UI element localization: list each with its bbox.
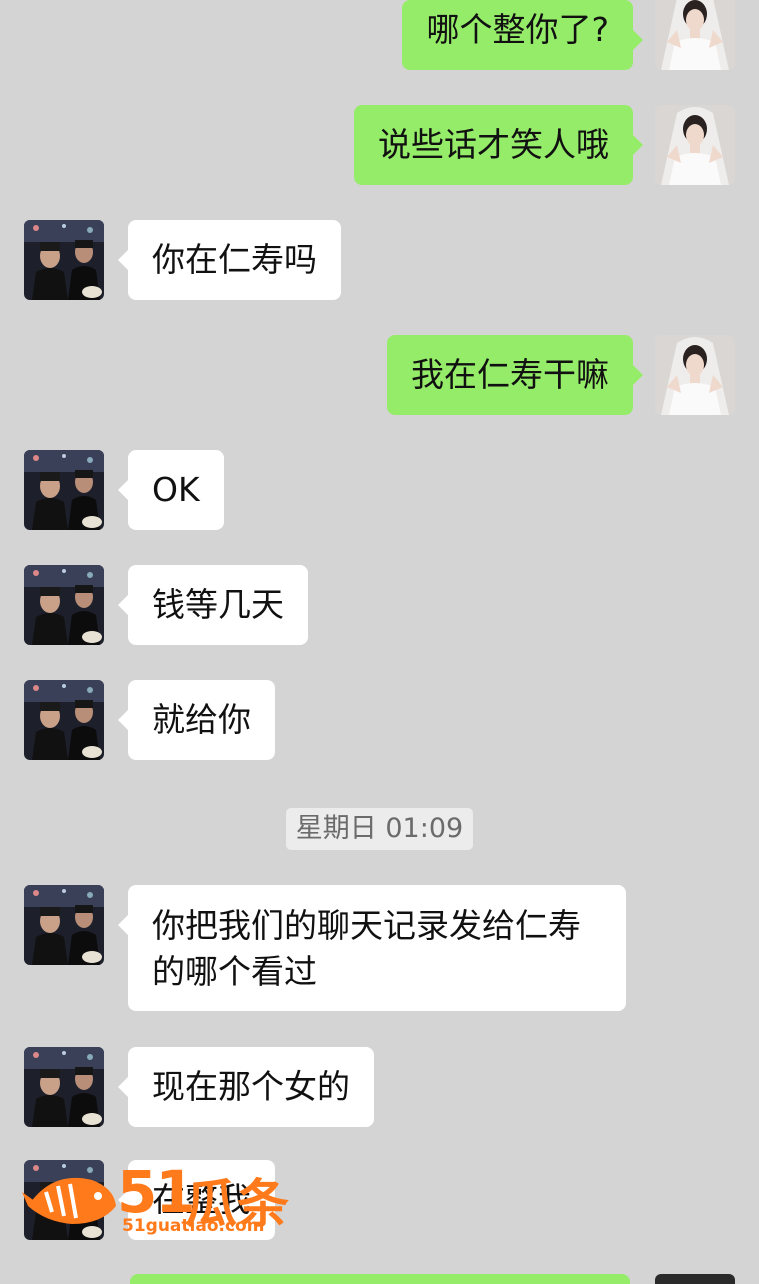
bride-avatar-icon bbox=[655, 105, 735, 185]
self-avatar[interactable] bbox=[655, 335, 735, 415]
message-bubble-incoming[interactable]: 现在那个女的 bbox=[118, 1047, 374, 1127]
contact-avatar[interactable] bbox=[24, 1047, 104, 1127]
message-bubble-incoming[interactable]: OK bbox=[118, 450, 224, 530]
men-avatar-icon bbox=[24, 220, 104, 300]
fish-logo-icon bbox=[22, 1177, 116, 1224]
contact-avatar[interactable] bbox=[24, 220, 104, 300]
contact-avatar[interactable] bbox=[24, 450, 104, 530]
men-avatar-icon bbox=[24, 885, 104, 965]
contact-avatar[interactable] bbox=[24, 565, 104, 645]
message-bubble-incoming[interactable]: 你在仁寿吗 bbox=[118, 220, 341, 300]
contact-avatar[interactable] bbox=[24, 885, 104, 965]
bride-avatar-icon bbox=[655, 335, 735, 415]
message-bubble-outgoing[interactable]: 我在仁寿干嘛 bbox=[387, 335, 643, 415]
bride-avatar-icon bbox=[655, 0, 735, 70]
message-bubble-incoming[interactable]: 就给你 bbox=[118, 680, 275, 760]
message-bubble-incoming[interactable]: 你把我们的聊天记录发给仁寿 的哪个看过 bbox=[118, 885, 626, 1011]
watermark-url: 51guatiao.com bbox=[122, 1216, 265, 1236]
men-avatar-icon bbox=[24, 680, 104, 760]
men-avatar-icon bbox=[24, 1047, 104, 1127]
self-avatar[interactable] bbox=[655, 0, 735, 70]
message-bubble-outgoing[interactable]: 说些话才笑人哦 bbox=[354, 105, 643, 185]
message-bubble-outgoing-partial[interactable] bbox=[130, 1274, 630, 1284]
self-avatar[interactable] bbox=[655, 105, 735, 185]
men-avatar-icon bbox=[24, 450, 104, 530]
self-avatar-partial[interactable] bbox=[655, 1274, 735, 1284]
contact-avatar[interactable] bbox=[24, 680, 104, 760]
message-bubble-outgoing[interactable]: 哪个整你了? bbox=[402, 0, 643, 70]
watermark-logo: 51 瓜条 51guatiao.com bbox=[22, 1158, 292, 1238]
chat-timestamp: 星期日 01:09 bbox=[286, 808, 473, 850]
message-bubble-incoming[interactable]: 钱等几天 bbox=[118, 565, 308, 645]
men-avatar-icon bbox=[24, 565, 104, 645]
